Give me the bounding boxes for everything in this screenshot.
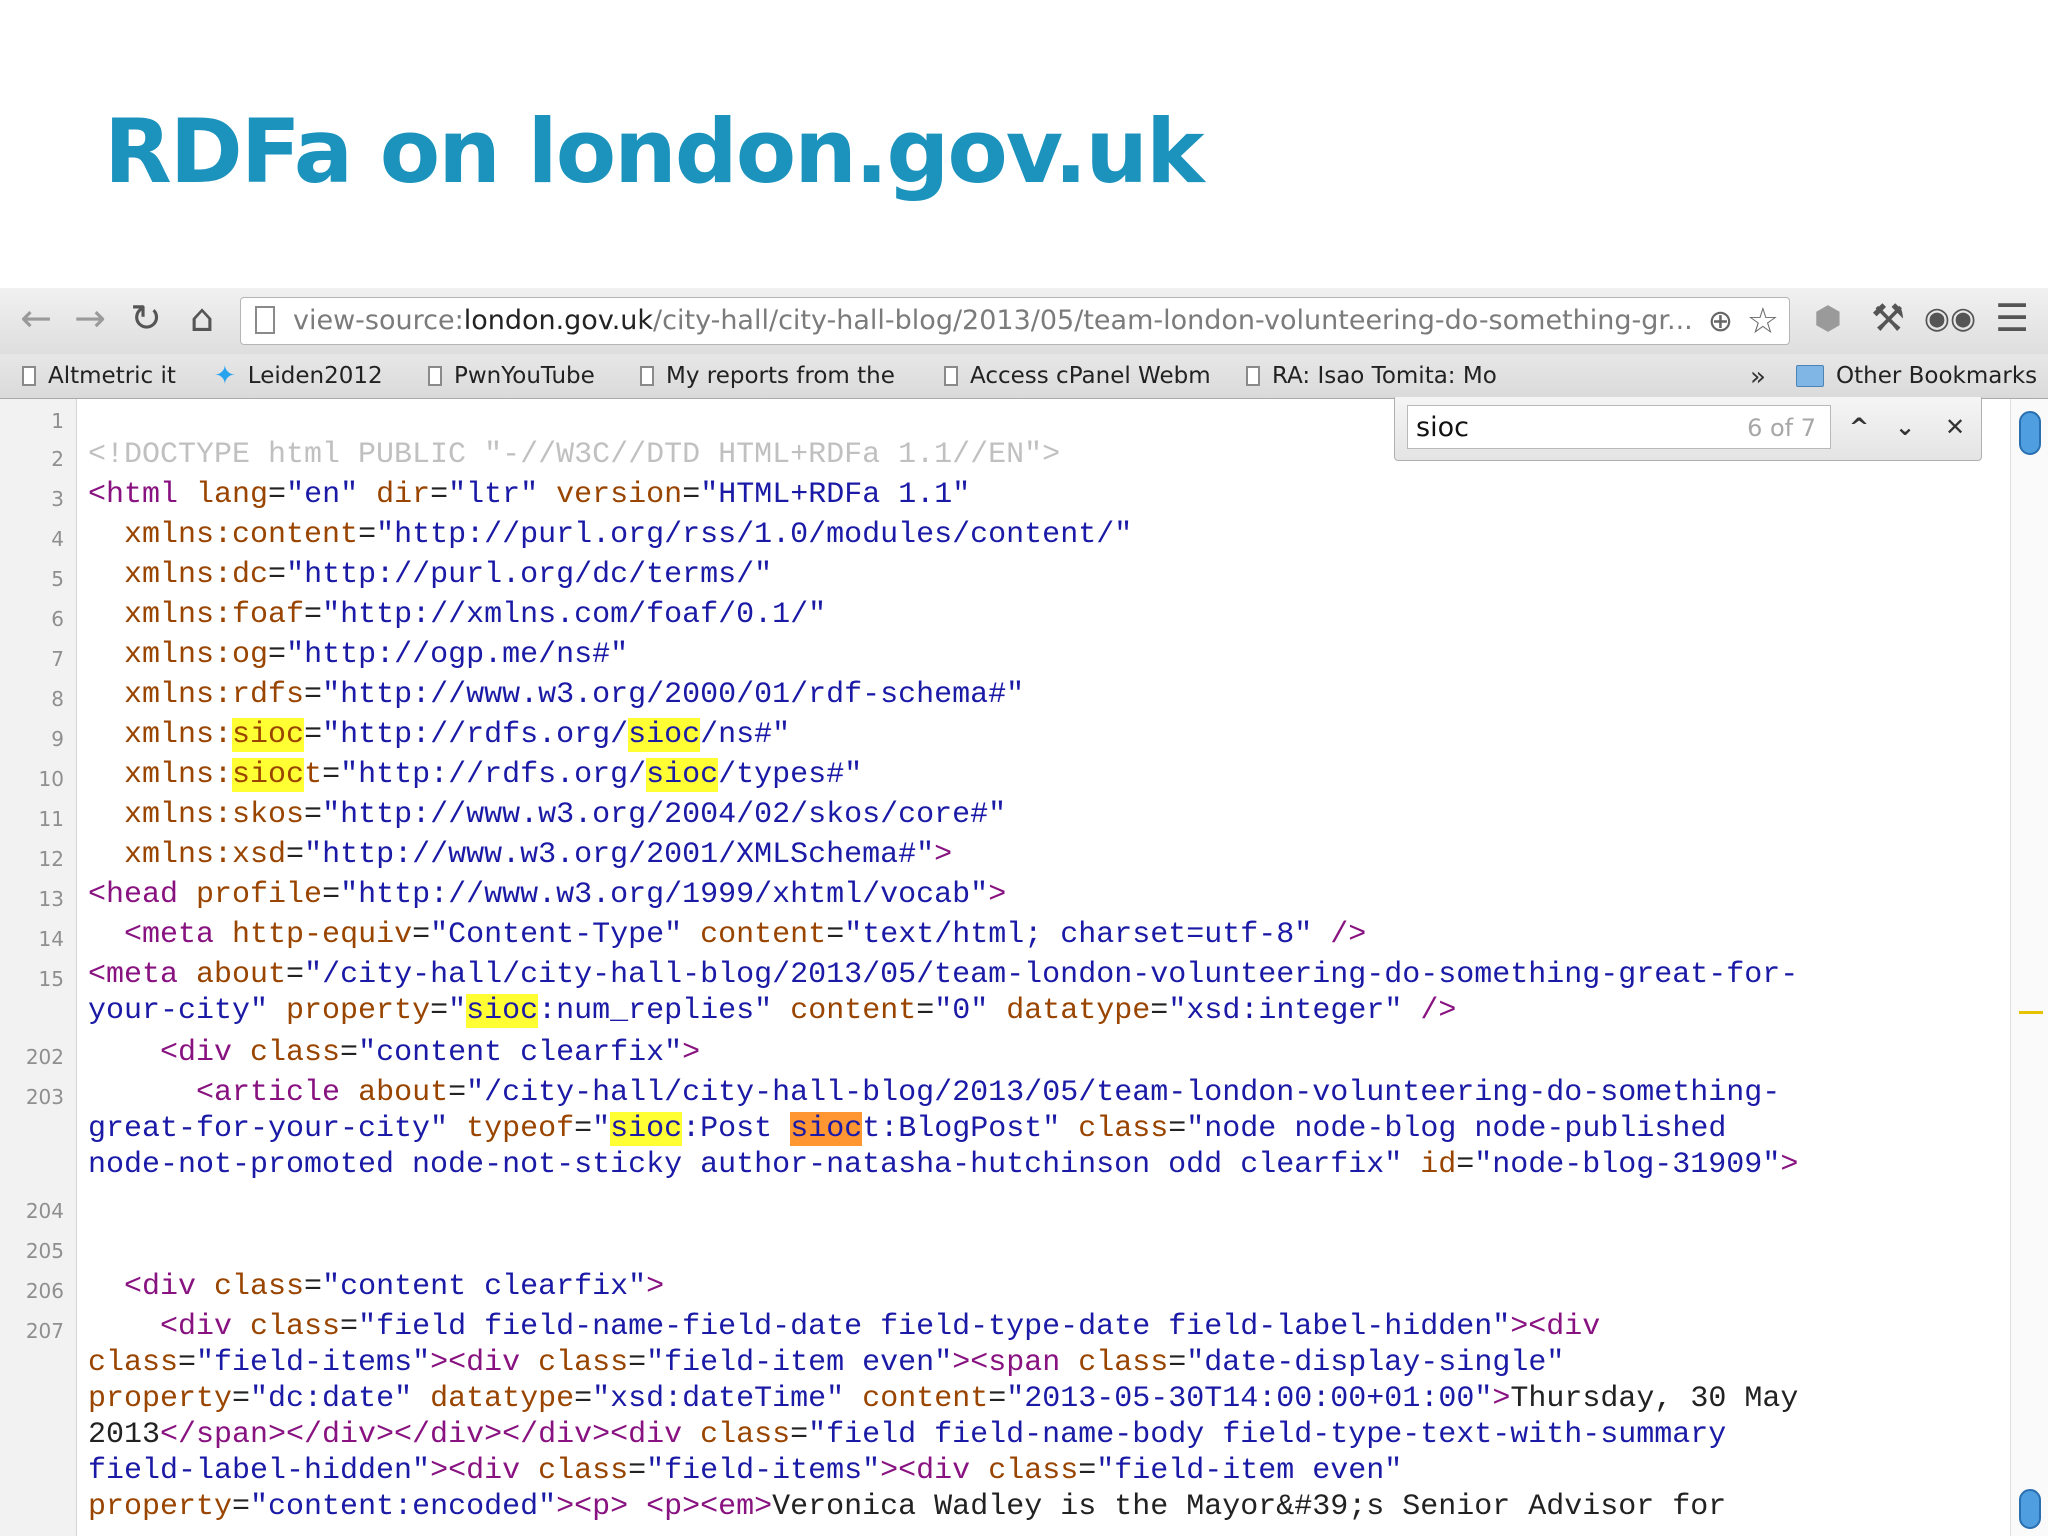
address-bar[interactable]: view-source:london.gov.uk/city-hall/city… bbox=[240, 297, 1790, 345]
home-icon[interactable]: ⌂ bbox=[180, 296, 224, 340]
line-number: 204 bbox=[25, 1199, 64, 1223]
source-line: xmlns:rdfs="http://www.w3.org/2000/01/rd… bbox=[124, 678, 1025, 712]
source-line: xmlns:og="http://ogp.me/ns#" bbox=[124, 638, 629, 672]
find-input[interactable]: sioc 6 of 7 bbox=[1407, 405, 1831, 449]
find-match-count: 6 of 7 bbox=[1747, 414, 1816, 442]
line-number: 205 bbox=[25, 1239, 64, 1263]
line-number: 11 bbox=[38, 807, 64, 831]
bookmark-item[interactable]: My reports from the bbox=[640, 360, 895, 392]
line-number: 9 bbox=[51, 727, 64, 751]
source-line: <article about="/city-hall/city-hall-blo… bbox=[88, 1076, 1799, 1182]
zoom-icon[interactable]: ⊕ bbox=[1708, 304, 1733, 339]
page-icon bbox=[255, 306, 275, 334]
bookmarks-bar: Altmetric it ✦ Leiden2012 PwnYouTube My r… bbox=[0, 354, 2048, 399]
source-line: xmlns:skos="http://www.w3.org/2004/02/sk… bbox=[124, 798, 1007, 832]
other-bookmarks[interactable]: Other Bookmarks bbox=[1796, 360, 2037, 392]
page-icon bbox=[22, 366, 36, 386]
menu-icon[interactable]: ☰ bbox=[1990, 296, 2034, 340]
source-line: xmlns:xsd="http://www.w3.org/2001/XMLSch… bbox=[124, 838, 953, 872]
source-line: <html lang="en" dir="ltr" version="HTML+… bbox=[88, 478, 971, 512]
forward-icon[interactable]: → bbox=[68, 296, 112, 340]
bookmarks-overflow-button[interactable]: » bbox=[1750, 362, 1766, 392]
find-close-button[interactable]: ✕ bbox=[1935, 407, 1975, 447]
line-number: 206 bbox=[25, 1279, 64, 1303]
bookmark-item[interactable]: PwnYouTube bbox=[428, 360, 595, 392]
page-icon bbox=[1246, 366, 1260, 386]
line-number: 5 bbox=[51, 567, 64, 591]
find-match-marker bbox=[2019, 1011, 2043, 1014]
bookmark-item[interactable]: ✦ Leiden2012 bbox=[214, 360, 383, 392]
line-number: 14 bbox=[38, 927, 64, 951]
source-line: xmlns:dc="http://purl.org/dc/terms/" bbox=[124, 558, 773, 592]
twitter-bird-icon: ✦ bbox=[214, 361, 236, 391]
source-line: <!DOCTYPE html PUBLIC "-//W3C//DTD HTML+… bbox=[88, 438, 1061, 472]
reload-icon[interactable]: ↻ bbox=[124, 296, 168, 340]
source-view: 1 2 3 4 5 6 7 8 9 10 11 12 13 14 15 202 … bbox=[0, 397, 2048, 1536]
bookmark-item[interactable]: Access cPanel Webm bbox=[944, 360, 1211, 392]
line-number: 203 bbox=[25, 1085, 64, 1109]
source-line: xmlns:sioc="http://rdfs.org/sioc/ns#" bbox=[124, 718, 791, 752]
line-number: 202 bbox=[25, 1045, 64, 1069]
back-icon[interactable]: ← bbox=[14, 296, 58, 340]
source-line: <head profile="http://www.w3.org/1999/xh… bbox=[88, 878, 1007, 912]
line-number: 207 bbox=[25, 1319, 64, 1343]
find-query: sioc bbox=[1416, 412, 1469, 443]
vertical-scrollbar[interactable] bbox=[2010, 399, 2048, 1536]
line-number: 8 bbox=[51, 687, 64, 711]
line-number: 7 bbox=[51, 647, 64, 671]
scrollbar-thumb[interactable] bbox=[2019, 411, 2041, 455]
page-icon bbox=[944, 366, 958, 386]
line-number: 15 bbox=[38, 967, 64, 991]
source-line: xmlns:sioct="http://rdfs.org/sioc/types#… bbox=[124, 758, 863, 792]
line-number: 1 bbox=[51, 409, 64, 433]
chevron-up-icon: ^ bbox=[1848, 413, 1870, 441]
page-icon bbox=[640, 366, 654, 386]
folder-icon bbox=[1796, 365, 1824, 387]
line-number: 6 bbox=[51, 607, 64, 631]
extension-icon[interactable]: ⬢ bbox=[1806, 296, 1850, 340]
line-number: 3 bbox=[51, 487, 64, 511]
close-icon: ✕ bbox=[1944, 413, 1966, 441]
find-next-button[interactable]: ⌄ bbox=[1885, 407, 1925, 447]
line-number: 2 bbox=[51, 447, 64, 471]
browser-window: ← → ↻ ⌂ view-source:london.gov.uk/city-h… bbox=[0, 288, 2048, 1536]
bookmark-item[interactable]: Altmetric it bbox=[22, 360, 176, 392]
source-line: <meta http-equiv="Content-Type" content=… bbox=[124, 918, 1367, 952]
source-line: xmlns:content="http://purl.org/rss/1.0/m… bbox=[124, 518, 1133, 552]
find-previous-button[interactable]: ^ bbox=[1839, 407, 1879, 447]
address-url: view-source:london.gov.uk/city-hall/city… bbox=[293, 305, 1693, 336]
wrench-icon[interactable]: ⚒ bbox=[1866, 296, 1910, 340]
browser-toolbar: ← → ↻ ⌂ view-source:london.gov.uk/city-h… bbox=[0, 288, 2048, 354]
find-bar: sioc 6 of 7 ^ ⌄ ✕ bbox=[1394, 397, 1982, 461]
scrollbar-bottom-handle[interactable] bbox=[2019, 1489, 2041, 1529]
source-line: <div class="field field-name-field-date … bbox=[88, 1310, 1799, 1524]
line-number-gutter: 1 2 3 4 5 6 7 8 9 10 11 12 13 14 15 202 … bbox=[0, 399, 77, 1536]
page-icon bbox=[428, 366, 442, 386]
slide-title: RDFa on london.gov.uk bbox=[104, 100, 1205, 203]
source-line: <div class="content clearfix"> bbox=[160, 1036, 701, 1070]
line-number: 12 bbox=[38, 847, 64, 871]
chevron-down-icon: ⌄ bbox=[1894, 413, 1916, 441]
line-number: 10 bbox=[38, 767, 64, 791]
source-line: <div class="content clearfix"> bbox=[124, 1270, 665, 1304]
incognito-icon[interactable]: ◉◉ bbox=[1924, 296, 1976, 340]
line-number: 13 bbox=[38, 887, 64, 911]
bookmark-item[interactable]: RA: Isao Tomita: Mo bbox=[1246, 360, 1497, 392]
source-line: xmlns:foaf="http://xmlns.com/foaf/0.1/" bbox=[124, 598, 827, 632]
star-icon[interactable]: ☆ bbox=[1747, 301, 1779, 342]
source-line: <meta about="/city-hall/city-hall-blog/2… bbox=[88, 958, 1799, 1028]
line-number: 4 bbox=[51, 527, 64, 551]
